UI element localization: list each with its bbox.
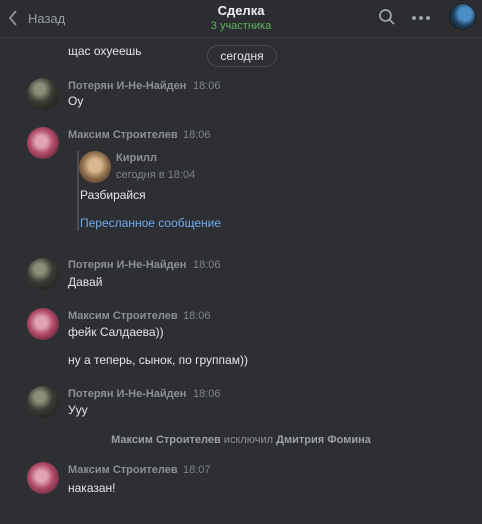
message-text: Давай (68, 275, 103, 289)
message-time: 18:06 (183, 310, 211, 322)
message-author[interactable]: Максим Строителев (68, 129, 178, 141)
back-button[interactable]: Назад (8, 8, 65, 28)
message-text: Ууу (68, 403, 88, 417)
avatar[interactable] (27, 78, 59, 110)
service-actor[interactable]: Максим Строителев (111, 434, 221, 446)
avatar[interactable] (27, 127, 59, 159)
chevron-left-icon (8, 10, 17, 26)
members-count: 3 участника (210, 20, 272, 32)
message-author[interactable]: Максим Строителев (68, 310, 178, 322)
avatar[interactable] (27, 462, 59, 494)
service-target[interactable]: Дмитрия Фомина (276, 434, 371, 446)
message-time: 18:07 (183, 464, 211, 476)
avatar[interactable] (27, 258, 59, 290)
message-text: ну а теперь, сынок, по группам)) (68, 353, 248, 367)
message-author[interactable]: Максим Строителев (68, 464, 178, 476)
forwarded-text: Разбирайся (80, 188, 146, 202)
avatar[interactable] (27, 386, 59, 418)
message-list: щас охуеешь сегодня Потерян И-Не-Найден … (0, 38, 482, 524)
chat-window: Назад Сделка 3 участника щас охуеешь сег… (0, 0, 482, 524)
message-time: 18:06 (183, 129, 211, 141)
chat-title: Сделка (217, 3, 265, 18)
message-time: 18:06 (193, 259, 221, 271)
forwarded-author[interactable]: Кирилл (116, 152, 157, 164)
message-author[interactable]: Потерян И-Не-Найден (68, 388, 186, 400)
chat-avatar[interactable] (449, 3, 476, 30)
more-icon[interactable] (411, 15, 431, 21)
service-action: исключил (223, 434, 274, 446)
message-time: 18:06 (193, 388, 221, 400)
forwarded-time: сегодня в 18:04 (116, 169, 196, 181)
message-text: Оу (68, 94, 84, 108)
chat-header: Назад Сделка 3 участника (0, 0, 482, 38)
message-text: наказан! (68, 481, 116, 495)
avatar[interactable] (27, 308, 59, 340)
service-message: Максим Строителев исключил Дмитрия Фомин… (0, 434, 482, 446)
message-time: 18:06 (193, 80, 221, 92)
date-separator: сегодня (207, 45, 277, 67)
chat-title-block[interactable]: Сделка 3 участника (141, 3, 341, 33)
message-author[interactable]: Потерян И-Не-Найден (68, 80, 186, 92)
message-text: фейк Салдаева)) (68, 325, 164, 339)
forwarded-avatar[interactable] (79, 151, 111, 183)
message-author[interactable]: Потерян И-Не-Найден (68, 259, 186, 271)
message-text: щас охуеешь (68, 44, 142, 58)
forwarded-message-link[interactable]: Пересланное сообщение (80, 216, 221, 230)
search-icon[interactable] (378, 8, 396, 26)
back-label: Назад (28, 10, 66, 26)
